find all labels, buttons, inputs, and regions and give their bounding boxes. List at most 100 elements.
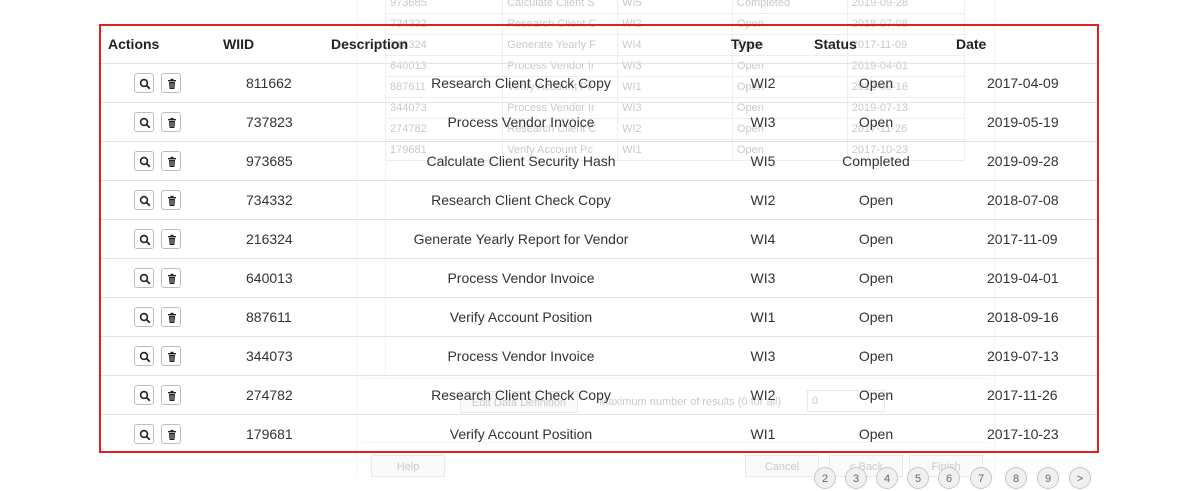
cell-date: 2017-11-09 bbox=[987, 231, 1058, 247]
header-actions: Actions bbox=[108, 36, 160, 52]
trash-icon bbox=[168, 390, 176, 401]
view-button[interactable] bbox=[134, 307, 154, 327]
table-row: 274782 Research Client Check Copy WI2 Open 2… bbox=[101, 375, 1097, 415]
cell-wiid: 640013 bbox=[246, 270, 293, 286]
delete-button[interactable] bbox=[161, 385, 181, 405]
view-button[interactable] bbox=[134, 190, 154, 210]
page-button[interactable]: 4 bbox=[876, 467, 898, 489]
cell-date: 2019-09-28 bbox=[987, 153, 1059, 169]
delete-button[interactable] bbox=[161, 190, 181, 210]
cell-description: Process Vendor Invoice bbox=[447, 114, 595, 130]
cell-date: 2017-04-09 bbox=[987, 75, 1059, 91]
view-button[interactable] bbox=[134, 385, 154, 405]
delete-button[interactable] bbox=[161, 112, 181, 132]
magnifier-icon bbox=[139, 429, 151, 441]
cell-type: WI4 bbox=[750, 231, 776, 247]
background-row: 973685 Calculate Client S WI5 Completed 2019… bbox=[384, 0, 966, 14]
cell-description: Verify Account Position bbox=[449, 309, 593, 325]
delete-button[interactable] bbox=[161, 268, 181, 288]
cell-wiid: 274782 bbox=[246, 387, 293, 403]
cell-date: 2017-11-26 bbox=[987, 387, 1058, 403]
table-row: 887611 Verify Account Position WI1 Open 2018… bbox=[101, 297, 1097, 337]
table-row: 216324 Generate Yearly Report for Vendor W… bbox=[101, 219, 1097, 259]
view-button[interactable] bbox=[134, 229, 154, 249]
background-cell: Completed bbox=[731, 0, 848, 14]
table-row: 734332 Research Client Check Copy WI2 Open 2… bbox=[101, 180, 1097, 220]
magnifier-icon bbox=[139, 351, 151, 363]
delete-button[interactable] bbox=[161, 229, 181, 249]
cell-date: 2019-07-13 bbox=[987, 348, 1059, 364]
view-button[interactable] bbox=[134, 268, 154, 288]
cell-date: 2019-05-19 bbox=[987, 114, 1059, 130]
page-button[interactable]: 2 bbox=[814, 467, 836, 489]
trash-icon bbox=[168, 273, 176, 284]
cell-status: Open bbox=[858, 387, 894, 403]
cell-wiid: 734332 bbox=[246, 192, 293, 208]
cell-type: WI5 bbox=[750, 153, 776, 169]
cell-type: WI2 bbox=[750, 387, 776, 403]
view-button[interactable] bbox=[134, 112, 154, 132]
cell-type: WI2 bbox=[750, 75, 776, 91]
page-button[interactable]: 8 bbox=[1005, 467, 1027, 489]
magnifier-icon bbox=[139, 273, 151, 285]
trash-icon bbox=[168, 156, 176, 167]
magnifier-icon bbox=[139, 117, 151, 129]
view-button[interactable] bbox=[134, 424, 154, 444]
cell-type: WI3 bbox=[750, 114, 776, 130]
background-cell: 973685 bbox=[384, 0, 504, 14]
cell-type: WI1 bbox=[750, 309, 776, 325]
trash-icon bbox=[168, 429, 176, 440]
cell-status: Open bbox=[858, 270, 894, 286]
view-button[interactable] bbox=[134, 151, 154, 171]
header-description[interactable]: Description bbox=[331, 36, 408, 52]
page-button[interactable]: 3 bbox=[845, 467, 867, 489]
cell-type: WI1 bbox=[750, 426, 776, 442]
cell-status: Open bbox=[858, 114, 894, 130]
cell-wiid: 811662 bbox=[246, 75, 292, 91]
cell-date: 2018-07-08 bbox=[987, 192, 1059, 208]
delete-button[interactable] bbox=[161, 307, 181, 327]
cell-wiid: 887611 bbox=[246, 309, 292, 325]
header-wiid[interactable]: WIID bbox=[223, 36, 254, 52]
delete-button[interactable] bbox=[161, 424, 181, 444]
page-button[interactable]: 7 bbox=[970, 467, 992, 489]
background-cell: 2019-09-28 bbox=[846, 0, 966, 14]
delete-button[interactable] bbox=[161, 151, 181, 171]
view-button[interactable] bbox=[134, 73, 154, 93]
magnifier-icon bbox=[139, 156, 151, 168]
trash-icon bbox=[168, 78, 176, 89]
cell-status: Open bbox=[858, 309, 894, 325]
cell-description: Research Client Check Copy bbox=[431, 192, 611, 208]
cell-wiid: 216324 bbox=[246, 231, 293, 247]
cancel-button[interactable]: Cancel bbox=[745, 455, 819, 477]
delete-button[interactable] bbox=[161, 73, 181, 93]
cell-status: Open bbox=[858, 231, 894, 247]
cell-status: Open bbox=[858, 426, 894, 442]
work-items-table: Actions WIID Description Type Status Dat… bbox=[99, 24, 1099, 453]
header-date[interactable]: Date bbox=[956, 36, 986, 52]
cell-status: Open bbox=[858, 348, 894, 364]
cell-wiid: 737823 bbox=[246, 114, 293, 130]
view-button[interactable] bbox=[134, 346, 154, 366]
page-button[interactable]: 9 bbox=[1037, 467, 1059, 489]
page-button[interactable]: > bbox=[1069, 467, 1091, 489]
cell-description: Process Vendor Invoice bbox=[447, 270, 595, 286]
help-button[interactable]: Help bbox=[371, 455, 445, 477]
delete-button[interactable] bbox=[161, 346, 181, 366]
cell-description: Research Client Check Copy bbox=[431, 75, 611, 91]
cell-type: WI3 bbox=[750, 270, 776, 286]
trash-icon bbox=[168, 312, 176, 323]
table-row: 179681 Verify Account Position WI1 Open 2017… bbox=[101, 414, 1097, 454]
cell-wiid: 179681 bbox=[246, 426, 293, 442]
table-row: 811662 Research Client Check Copy WI2 Open 2… bbox=[101, 63, 1097, 103]
header-status[interactable]: Status bbox=[814, 36, 857, 52]
header-type[interactable]: Type bbox=[731, 36, 763, 52]
cell-status: Open bbox=[858, 75, 894, 91]
magnifier-icon bbox=[139, 312, 151, 324]
cell-description: Generate Yearly Report for Vendor bbox=[413, 231, 629, 247]
cell-type: WI3 bbox=[750, 348, 776, 364]
page-button[interactable]: 5 bbox=[907, 467, 929, 489]
table-row: 344073 Process Vendor Invoice WI3 Open 2019-… bbox=[101, 336, 1097, 376]
table-row: 973685 Calculate Client Security Hash WI5 C… bbox=[101, 141, 1097, 181]
page-button[interactable]: 6 bbox=[938, 467, 960, 489]
